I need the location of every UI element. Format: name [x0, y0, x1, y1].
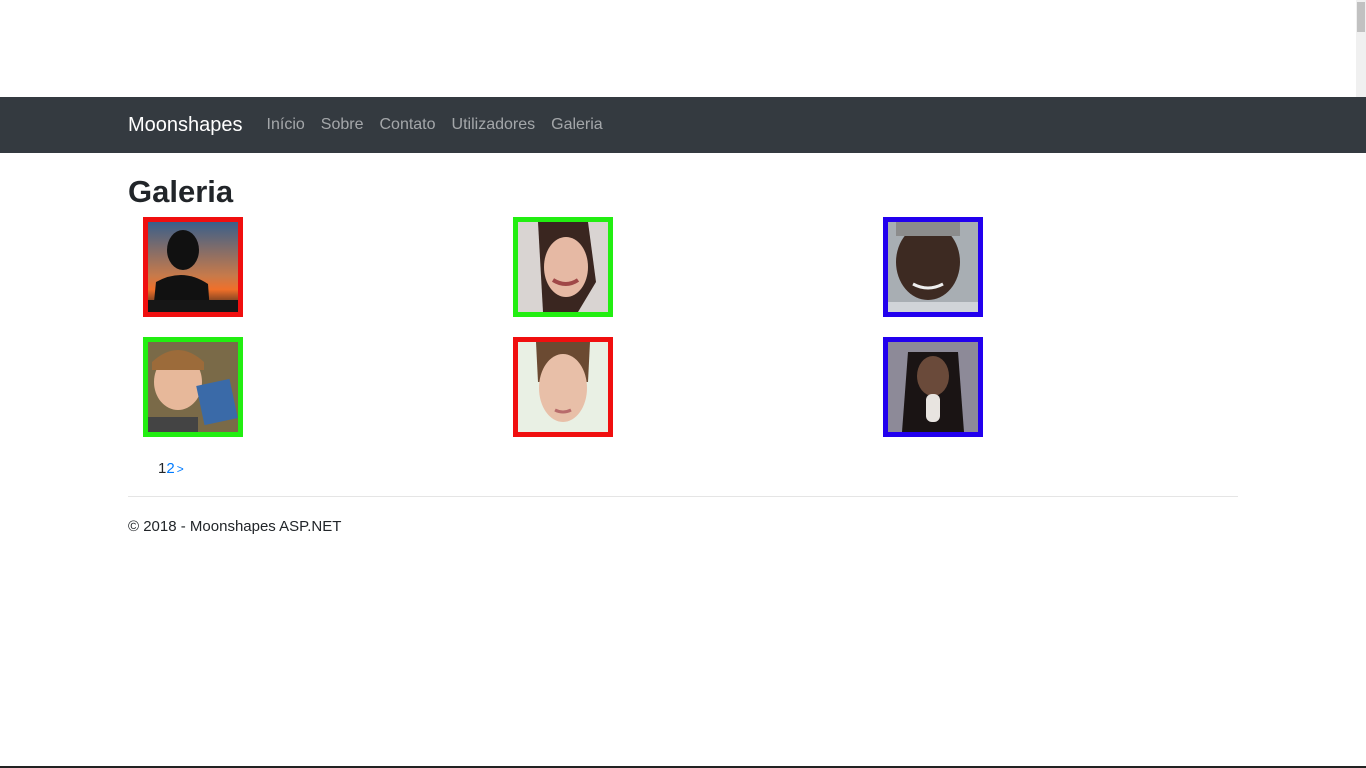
footer-divider — [128, 496, 1238, 497]
gallery-image[interactable] — [143, 217, 243, 317]
gallery-image[interactable] — [143, 337, 243, 437]
portrait-photo — [518, 222, 608, 312]
brand-link[interactable]: Moonshapes — [128, 114, 243, 137]
gallery-image[interactable] — [883, 217, 983, 317]
nav-link-inicio[interactable]: Início — [267, 116, 305, 134]
portrait-photo — [888, 342, 978, 432]
portrait-photo — [518, 342, 608, 432]
top-blank-area — [0, 0, 1366, 97]
gallery-grid — [128, 217, 1238, 437]
gallery-image[interactable] — [883, 337, 983, 437]
silhouette-sunset-photo — [148, 222, 238, 312]
gallery-image[interactable] — [513, 337, 613, 437]
navbar: Moonshapes Início Sobre Contato Utilizad… — [0, 97, 1366, 153]
nav-link-sobre[interactable]: Sobre — [321, 116, 364, 134]
nav-link-utilizadores[interactable]: Utilizadores — [452, 116, 536, 134]
footer-text: © 2018 - Moonshapes ASP.NET — [128, 518, 342, 535]
main-container: Galeria 1 2 > © 2018 - Moonshapes ASP.NE… — [128, 153, 1238, 535]
page-title: Galeria — [128, 174, 234, 209]
scrollbar[interactable] — [1356, 0, 1366, 97]
page-next-link[interactable]: > — [177, 462, 184, 476]
scrollbar-thumb[interactable] — [1357, 2, 1365, 32]
portrait-photo — [148, 342, 238, 432]
portrait-photo — [888, 222, 978, 312]
gallery-image[interactable] — [513, 217, 613, 317]
page-link-2[interactable]: 2 — [166, 460, 174, 477]
page-current: 1 — [158, 460, 167, 477]
nav-link-galeria[interactable]: Galeria — [551, 116, 603, 134]
pagination: 1 2 > — [158, 460, 184, 477]
nav-link-contato[interactable]: Contato — [379, 116, 435, 134]
